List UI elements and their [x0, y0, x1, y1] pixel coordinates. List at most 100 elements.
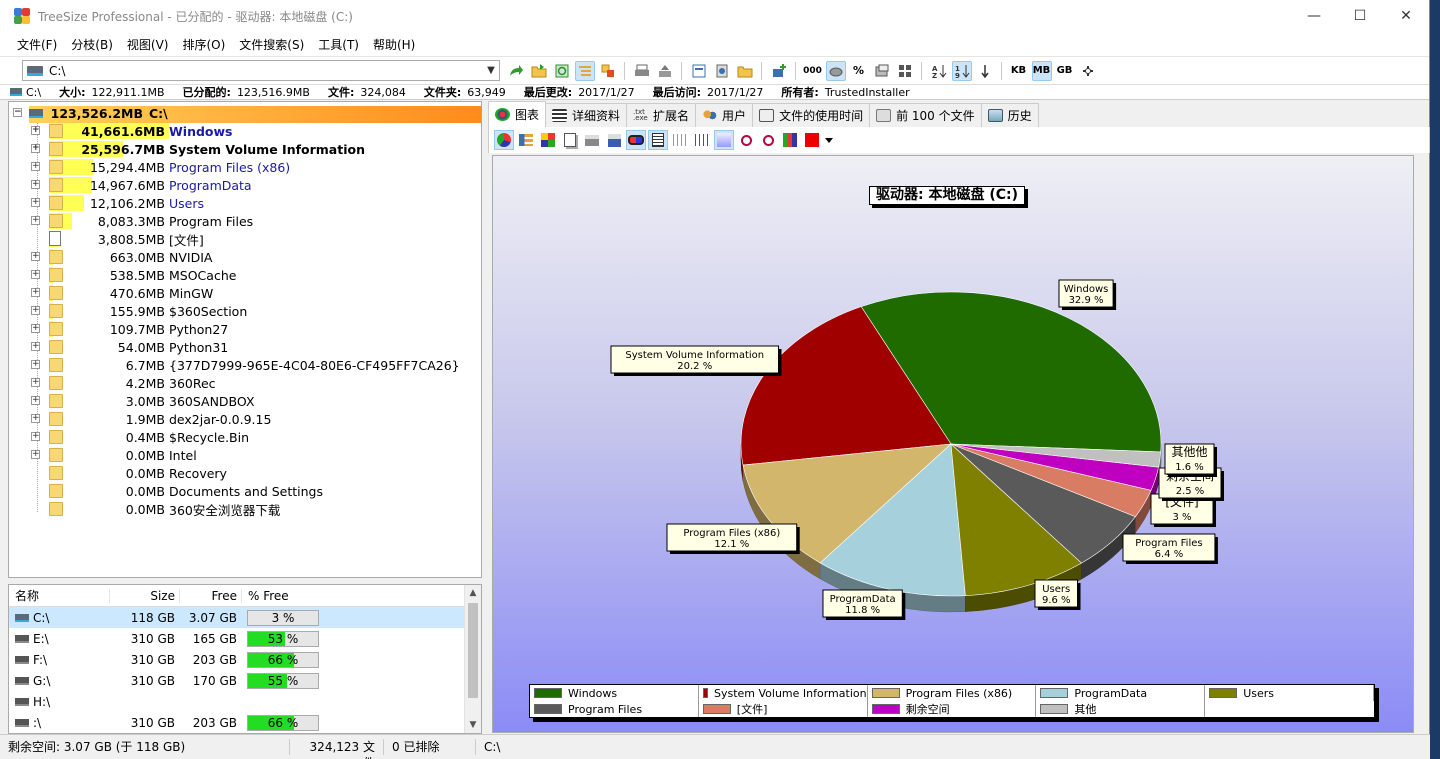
- expand-icon[interactable]: +: [31, 414, 40, 423]
- expand-icon[interactable]: +: [31, 450, 40, 459]
- drive-row[interactable]: F:\ 310 GB 203 GB 66 %: [9, 649, 481, 670]
- tree-row[interactable]: +15,294.4MB Program Files (x86): [9, 158, 479, 176]
- refresh-icon[interactable]: [552, 61, 572, 81]
- scroll-up-icon[interactable]: ▲: [465, 585, 481, 601]
- print-chart-icon[interactable]: [582, 130, 602, 150]
- drive-row[interactable]: G:\ 310 GB 170 GB 55 %: [9, 670, 481, 691]
- tree-row[interactable]: +3.0MB 360SANDBOX: [9, 392, 479, 410]
- maximize-button[interactable]: ☐: [1337, 0, 1383, 32]
- menu-view[interactable]: 视图(V): [120, 36, 176, 53]
- gridlines-icon[interactable]: [670, 130, 690, 150]
- tab-users[interactable]: 用户: [695, 103, 754, 127]
- expand-icon[interactable]: +: [31, 126, 40, 135]
- tree-row[interactable]: +25,596.7MB System Volume Information: [9, 140, 479, 158]
- expand-icon[interactable]: +: [31, 144, 40, 153]
- tab-chart[interactable]: 图表: [488, 101, 547, 127]
- copy-icon[interactable]: [560, 130, 580, 150]
- tree-row[interactable]: +54.0MB Python31: [9, 338, 479, 356]
- tree-row[interactable]: 0.0MB Recovery: [9, 464, 479, 482]
- drive-list-scrollbar[interactable]: ▲ ▼: [464, 585, 481, 733]
- save-icon[interactable]: [604, 130, 624, 150]
- background-icon[interactable]: [714, 130, 734, 150]
- col-size-header[interactable]: Size: [109, 588, 179, 603]
- drive-row[interactable]: :\ 310 GB 203 GB 66 %: [9, 712, 481, 733]
- color-dropdown-icon[interactable]: [824, 130, 834, 150]
- unit-mb-button[interactable]: MB: [1031, 60, 1052, 81]
- tab-top-100[interactable]: 前 100 个文件: [869, 103, 982, 127]
- expand-icon[interactable]: +: [31, 162, 40, 171]
- scroll-down-icon[interactable]: ▼: [465, 717, 481, 733]
- scan-icon[interactable]: [712, 61, 732, 81]
- tab-extensions[interactable]: .txt .exe 扩展名: [626, 103, 697, 127]
- close-button[interactable]: ✕: [1383, 0, 1429, 32]
- expand-icon[interactable]: +: [31, 360, 40, 369]
- minimize-button[interactable]: —: [1291, 0, 1337, 32]
- number-format-button[interactable]: 000: [803, 61, 823, 81]
- treemap-type-icon[interactable]: [538, 130, 558, 150]
- expand-icon[interactable]: +: [31, 216, 40, 225]
- tree-row[interactable]: +155.9MB $360Section: [9, 302, 479, 320]
- drive-row[interactable]: H:\: [9, 691, 481, 712]
- export-icon[interactable]: [655, 61, 675, 81]
- tree-root-row[interactable]: − 123,526.2MB C:\: [9, 104, 481, 123]
- tree-row[interactable]: +1.9MB dex2jar-0.0.9.15: [9, 410, 479, 428]
- tree-row[interactable]: +14,967.6MB ProgramData: [9, 176, 479, 194]
- expand-icon[interactable]: +: [31, 180, 40, 189]
- add-column-icon[interactable]: [769, 61, 789, 81]
- expand-icon[interactable]: +: [31, 342, 40, 351]
- tree-view-icon[interactable]: [574, 60, 595, 81]
- tree-row[interactable]: +663.0MB NVIDIA: [9, 248, 479, 266]
- 3d-view-icon[interactable]: [626, 130, 646, 150]
- expand-icon[interactable]: +: [31, 306, 40, 315]
- tree-row[interactable]: +0.4MB $Recycle.Bin: [9, 428, 479, 446]
- pie-chart-type-icon[interactable]: [494, 130, 514, 150]
- expand-icon[interactable]: +: [31, 270, 40, 279]
- grid-view-icon[interactable]: [895, 61, 915, 81]
- menu-branch[interactable]: 分枝(B): [64, 36, 120, 53]
- print-icon[interactable]: [632, 61, 652, 81]
- path-combobox[interactable]: C:\ ▼: [22, 60, 500, 81]
- go-arrow-icon[interactable]: [506, 61, 526, 81]
- tree-row[interactable]: +538.5MB MSOCache: [9, 266, 479, 284]
- tree-row[interactable]: +0.0MB Intel: [9, 446, 479, 464]
- drive-list[interactable]: 名称 Size Free % Free C:\ 118 GB 3.07 GB 3 % E…: [8, 584, 482, 734]
- tree-row[interactable]: +8,083.3MB Program Files: [9, 212, 479, 230]
- zoom-out-icon[interactable]: [758, 130, 778, 150]
- menu-tools[interactable]: 工具(T): [311, 36, 366, 53]
- tree-row[interactable]: 0.0MB Documents and Settings: [9, 482, 479, 500]
- color-picker-icon[interactable]: [802, 130, 822, 150]
- color-scheme-icon[interactable]: [780, 130, 800, 150]
- menu-sort[interactable]: 排序(O): [175, 36, 232, 53]
- expand-icon[interactable]: +: [31, 288, 40, 297]
- expand-icon[interactable]: +: [31, 378, 40, 387]
- auto-unit-icon[interactable]: [1078, 61, 1098, 81]
- col-pct-free-header[interactable]: % Free: [241, 588, 321, 603]
- col-free-header[interactable]: Free: [179, 588, 241, 603]
- scroll-thumb[interactable]: [468, 603, 478, 698]
- expand-icon[interactable]: +: [31, 198, 40, 207]
- sort-descending-icon[interactable]: [975, 61, 995, 81]
- sort-alpha-icon[interactable]: AZ: [929, 61, 949, 81]
- tree-row[interactable]: +109.7MB Python27: [9, 320, 479, 338]
- open-folder-icon[interactable]: [529, 61, 549, 81]
- tree-row[interactable]: +6.7MB {377D7999-965E-4C04-80E6-CF495FF7C…: [9, 356, 479, 374]
- chevron-down-icon[interactable]: ▼: [483, 65, 499, 76]
- expand-icon[interactable]: +: [31, 324, 40, 333]
- tree-row[interactable]: +41,661.6MB Windows: [9, 122, 479, 140]
- tab-details[interactable]: 详细资料: [545, 103, 628, 127]
- report-icon[interactable]: [689, 61, 709, 81]
- drive-row[interactable]: E:\ 310 GB 165 GB 53 %: [9, 628, 481, 649]
- tree-row[interactable]: 0.0MB 360安全浏览器下载: [9, 500, 479, 518]
- tree-row[interactable]: 3,808.5MB [文件]: [9, 230, 479, 248]
- tree-row[interactable]: +470.6MB MinGW: [9, 284, 479, 302]
- expand-icon[interactable]: +: [31, 252, 40, 261]
- menu-file[interactable]: 文件(F): [10, 36, 64, 53]
- col-name-header[interactable]: 名称: [9, 587, 109, 604]
- menu-file-search[interactable]: 文件搜索(S): [232, 36, 311, 53]
- tab-history[interactable]: 历史: [980, 103, 1039, 127]
- labels-icon[interactable]: [648, 130, 668, 150]
- expand-tree-icon[interactable]: [598, 61, 618, 81]
- tab-file-age[interactable]: 文件的使用时间: [752, 103, 871, 127]
- folder-options-icon[interactable]: [735, 61, 755, 81]
- file-count-icon[interactable]: [872, 61, 892, 81]
